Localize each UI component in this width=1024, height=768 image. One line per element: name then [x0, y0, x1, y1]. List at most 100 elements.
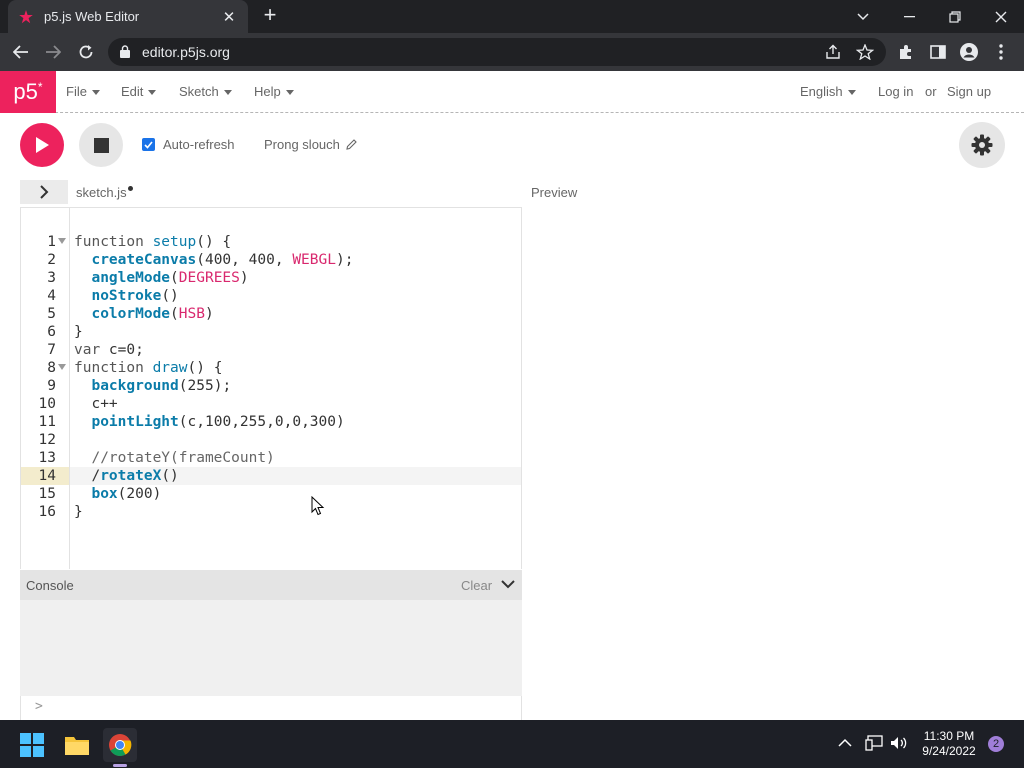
caret-down-icon — [223, 89, 232, 95]
volume-icon[interactable] — [890, 735, 908, 751]
check-icon — [144, 140, 153, 149]
play-button[interactable] — [20, 123, 64, 167]
console-clear-button[interactable]: Clear — [461, 578, 492, 593]
signup-link[interactable]: Sign up — [947, 84, 991, 99]
code-line[interactable]: 4 noStroke() — [20, 287, 520, 305]
stop-button[interactable] — [79, 123, 123, 167]
code-line[interactable]: 5 colorMode(HSB) — [20, 305, 520, 323]
fold-arrow-icon[interactable] — [58, 238, 66, 244]
code-text: box(200) — [91, 486, 162, 502]
line-number: 2 — [47, 252, 56, 268]
chevron-down-icon[interactable] — [501, 579, 515, 589]
sketch-name[interactable]: Prong slouch — [264, 137, 357, 152]
lock-icon[interactable] — [120, 45, 130, 58]
bookmark-star-icon[interactable] — [856, 44, 874, 60]
code-text: //rotateY(frameCount) — [74, 450, 275, 466]
line-number: 14 — [38, 468, 56, 484]
mouse-cursor-icon — [311, 496, 325, 516]
code-line[interactable]: 13 //rotateY(frameCount) — [20, 449, 520, 467]
caret-down-icon — [148, 89, 157, 95]
login-link[interactable]: Log in — [878, 84, 913, 99]
code-text: var c=0; — [74, 342, 144, 358]
code-line[interactable]: 9 background(255); — [20, 377, 520, 395]
line-number: 3 — [47, 270, 56, 286]
line-number: 6 — [47, 324, 56, 340]
auto-refresh-checkbox[interactable] — [142, 138, 155, 151]
gear-icon — [971, 134, 993, 156]
unsaved-dot-icon — [127, 186, 133, 191]
tab-search-icon[interactable] — [840, 0, 886, 33]
back-icon[interactable] — [8, 39, 34, 65]
reload-icon[interactable] — [73, 39, 99, 65]
p5-logo[interactable]: p5 * — [0, 71, 56, 113]
code-line[interactable]: 15 box(200) — [20, 485, 520, 503]
line-number: 4 — [47, 288, 56, 304]
share-icon[interactable] — [824, 44, 842, 60]
line-number: 10 — [38, 396, 56, 412]
code-line[interactable]: 2 createCanvas(400, 400, WEBGL); — [20, 251, 520, 269]
browser-menu-icon[interactable] — [991, 42, 1011, 62]
sidebar-toggle-button[interactable] — [20, 180, 68, 204]
profile-icon[interactable] — [959, 42, 979, 62]
line-number: 9 — [47, 378, 56, 394]
settings-button[interactable] — [959, 122, 1005, 168]
menu-edit[interactable]: Edit — [121, 84, 157, 99]
code-line[interactable]: 3 angleMode(DEGREES) — [20, 269, 520, 287]
line-number: 1 — [47, 234, 56, 250]
file-tab[interactable]: sketch.js — [76, 185, 133, 200]
address-bar[interactable]: editor.p5js.org — [108, 38, 886, 66]
active-app-indicator — [113, 764, 127, 767]
code-line[interactable]: 10 c++ — [20, 395, 520, 413]
clock-time: 11:30 PM — [923, 729, 975, 743]
restore-icon[interactable] — [932, 0, 978, 33]
code-line[interactable]: 12 — [20, 431, 520, 449]
clock-date: 9/24/2022 — [922, 744, 976, 758]
p5-nav-bar: p5 * File Edit Sketch Help English Log in… — [0, 71, 1024, 113]
console-prompt: > — [35, 699, 43, 714]
show-hidden-icons-icon[interactable] — [838, 738, 852, 747]
chevron-right-icon — [40, 185, 49, 199]
console-input[interactable]: > — [20, 696, 522, 720]
line-number: 5 — [47, 306, 56, 322]
menu-help[interactable]: Help — [254, 84, 294, 99]
code-line[interactable]: 7 var c=0; — [20, 341, 520, 359]
code-text: /rotateX() — [74, 468, 179, 484]
notification-badge[interactable]: 2 — [988, 736, 1004, 752]
code-line[interactable]: 8 function draw() { — [20, 359, 520, 377]
code-text: pointLight(c,100,255,0,0,300) — [91, 414, 345, 430]
fold-arrow-icon[interactable] — [58, 364, 66, 370]
code-line[interactable]: 14 /rotateX() — [20, 467, 520, 485]
pencil-icon[interactable] — [346, 139, 357, 150]
code-text: c++ — [74, 396, 118, 412]
line-number: 8 — [47, 360, 56, 376]
chrome-taskbar-icon[interactable] — [103, 728, 137, 762]
forward-icon[interactable] — [40, 39, 66, 65]
menu-sketch[interactable]: Sketch — [179, 84, 232, 99]
menu-file[interactable]: File — [66, 84, 100, 99]
extensions-icon[interactable] — [896, 42, 916, 62]
file-explorer-icon[interactable] — [60, 728, 94, 762]
taskbar-clock[interactable]: 11:30 PM 9/24/2022 — [912, 729, 986, 759]
caret-down-icon — [847, 89, 856, 95]
console-header[interactable]: Console Clear — [20, 570, 522, 600]
auto-refresh-toggle[interactable]: Auto-refresh — [142, 137, 235, 152]
close-window-icon[interactable] — [978, 0, 1024, 33]
tab-close-icon[interactable]: ✕ — [220, 8, 238, 26]
code-line[interactable]: 11 pointLight(c,100,255,0,0,300) — [20, 413, 520, 431]
new-tab-icon[interactable]: + — [258, 4, 282, 28]
url-text: editor.p5js.org — [142, 44, 230, 60]
line-number: 15 — [38, 486, 56, 502]
network-icon[interactable] — [865, 735, 883, 751]
windows-start-icon[interactable] — [15, 728, 49, 762]
line-number: 13 — [38, 450, 56, 466]
code-line[interactable]: 16} — [20, 503, 520, 521]
code-text: function draw() { — [74, 360, 223, 376]
language-select[interactable]: English — [800, 84, 856, 99]
code-text: function setup() { — [74, 234, 232, 250]
browser-tab[interactable]: p5.js Web Editor ✕ — [8, 0, 248, 33]
play-icon — [36, 137, 49, 153]
code-line[interactable]: 1 function setup() { — [20, 233, 520, 251]
minimize-icon[interactable] — [886, 0, 932, 33]
code-line[interactable]: 6} — [20, 323, 520, 341]
side-panel-icon[interactable] — [928, 42, 948, 62]
